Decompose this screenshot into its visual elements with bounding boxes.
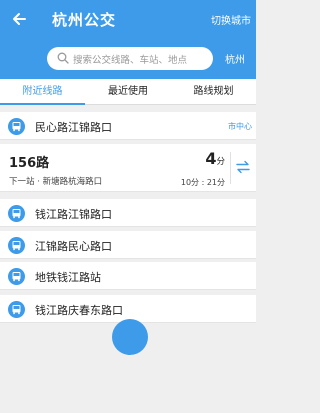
bus-stop-icon bbox=[8, 268, 25, 285]
tab-recent[interactable]: 最近使用 bbox=[85, 79, 171, 105]
bus-stop-icon bbox=[8, 301, 25, 318]
bus-stop-icon bbox=[8, 118, 25, 135]
city-selector[interactable]: 杭州 bbox=[225, 51, 245, 66]
search-placeholder: 搜索公交线路、车站、地点 bbox=[73, 55, 188, 66]
stop-name: 地铁钱江路站 bbox=[35, 271, 101, 284]
route-next-stop: 下一站 · 新塘路杭海路口 bbox=[9, 177, 103, 187]
stop-area-tag: 市中心 bbox=[228, 122, 252, 131]
route-card[interactable]: 156路 下一站 · 新塘路杭海路口 4分 10分 : 21分 bbox=[0, 144, 256, 192]
stop-name: 钱江路庆春东路口 bbox=[35, 304, 123, 317]
list-item-stop[interactable]: 地铁钱江路站 bbox=[0, 262, 256, 290]
tab-nearby-routes[interactable]: 附近线路 bbox=[0, 79, 85, 105]
divider bbox=[230, 152, 231, 184]
list-item-stop[interactable]: 民心路江锦路口 市中心 bbox=[0, 112, 256, 140]
stop-name: 江锦路民心路口 bbox=[35, 240, 112, 253]
list-item-stop[interactable]: 江锦路民心路口 bbox=[0, 231, 256, 259]
list-item-stop[interactable]: 钱江路江锦路口 bbox=[0, 199, 256, 227]
route-eta-value: 4 bbox=[205, 149, 217, 168]
tab-bar: 附近线路 最近使用 路线规划 bbox=[0, 79, 256, 105]
route-eta: 4分 bbox=[205, 149, 225, 168]
search-input[interactable]: 搜索公交线路、车站、地点 bbox=[47, 47, 213, 70]
swap-direction-icon[interactable] bbox=[236, 160, 250, 174]
app-header: 杭州公交 切换城市 搜索公交线路、车站、地点 杭州 bbox=[0, 0, 256, 79]
bus-stop-icon bbox=[8, 237, 25, 254]
route-name: 156路 bbox=[9, 156, 50, 171]
back-arrow-icon[interactable] bbox=[10, 10, 28, 28]
route-eta-unit: 分 bbox=[216, 157, 225, 167]
floating-action-button[interactable] bbox=[112, 319, 148, 355]
app-title: 杭州公交 bbox=[52, 11, 117, 29]
switch-city-button[interactable]: 切换城市 bbox=[211, 12, 251, 27]
stop-name: 民心路江锦路口 bbox=[35, 121, 112, 134]
route-time-range: 10分 : 21分 bbox=[180, 178, 225, 187]
search-icon bbox=[57, 52, 69, 64]
tab-route-planning[interactable]: 路线规划 bbox=[171, 79, 256, 105]
stop-name: 钱江路江锦路口 bbox=[35, 208, 112, 221]
bus-stop-icon bbox=[8, 205, 25, 222]
